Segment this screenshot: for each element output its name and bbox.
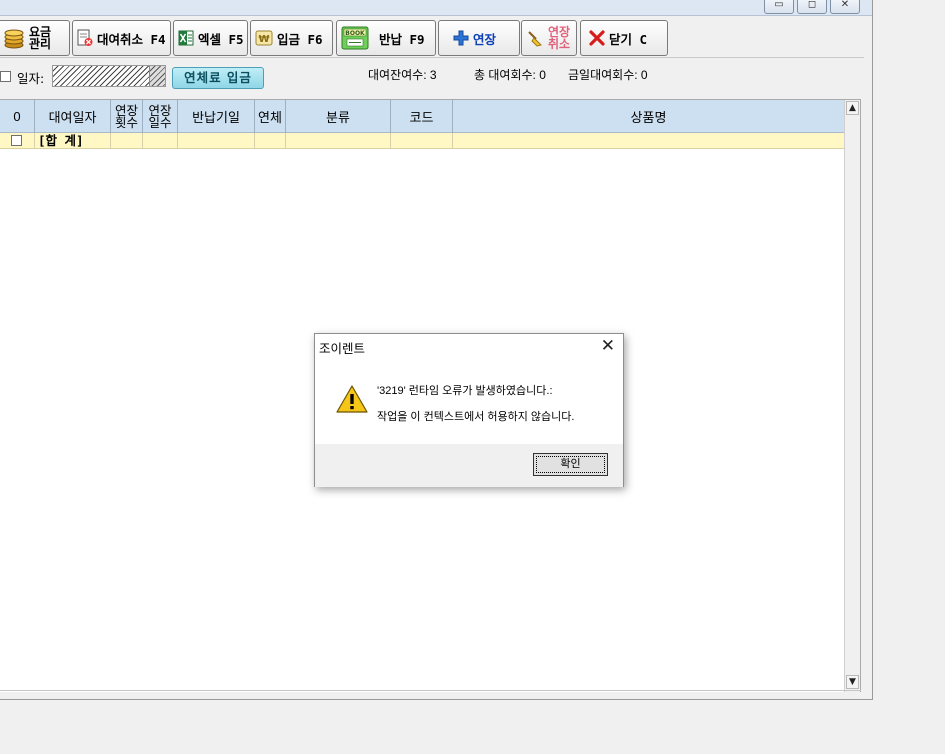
date-label: 일자:	[17, 71, 45, 86]
summary-checkbox[interactable]	[11, 135, 22, 146]
window-close-button[interactable]: ✕	[830, 0, 860, 14]
extend-cancel-label: 연장 취소	[548, 26, 570, 50]
header-product-name[interactable]: 상품명	[453, 100, 844, 133]
summary-cell	[111, 133, 143, 149]
minimize-button[interactable]: ▭	[764, 0, 794, 14]
vertical-scrollbar[interactable]: ▲ ▼	[844, 100, 860, 692]
ok-button[interactable]: 확인	[533, 453, 608, 476]
header-check[interactable]: 0	[0, 100, 35, 133]
dialog-close-icon[interactable]: ✕	[601, 336, 615, 356]
summary-row: [합 계]	[0, 133, 844, 149]
header-ext-count-line1: 연장	[114, 103, 138, 118]
deposit-button[interactable]: ₩ 입금 F6	[250, 20, 333, 56]
extend-button[interactable]: 연장	[438, 20, 520, 56]
grid-header: 0 대여일자 연장 횟수 연장 일수 반납기일 연체 분류 코드 상품명	[0, 100, 844, 133]
excel-icon	[178, 30, 194, 46]
fee-manage-button[interactable]: 요금 관리	[0, 20, 70, 56]
summary-check-cell	[0, 133, 35, 149]
header-return-due[interactable]: 반납기일	[178, 100, 255, 133]
coins-icon	[4, 29, 24, 49]
header-ext-count[interactable]: 연장 횟수	[111, 100, 143, 133]
svg-text:BOOK: BOOK	[345, 30, 365, 37]
filter-bar: 일자: 연체료 입금 대여잔여수: 3 총 대여회수: 0 금일대여회수: 0	[0, 62, 864, 92]
date-checkbox[interactable]	[0, 71, 11, 82]
svg-text:₩: ₩	[258, 34, 269, 45]
maximize-button[interactable]: ◻	[797, 0, 827, 14]
plus-icon	[453, 30, 469, 46]
rent-cancel-label: 대여취소 F4	[97, 31, 166, 47]
summary-cell	[391, 133, 453, 149]
header-code[interactable]: 코드	[391, 100, 453, 133]
toolbar: 요금 관리 대여취소 F4 엑셀 F5 ₩ 입금 F6 BOOK 반납 F9 연…	[0, 18, 864, 58]
late-fee-deposit-button[interactable]: 연체료 입금	[172, 67, 264, 89]
title-bar: ▭ ◻ ✕	[0, 0, 872, 16]
close-x-icon	[589, 30, 605, 46]
header-ext-days-line1: 연장	[148, 103, 172, 118]
error-dialog: 조이렌트 ✕ '3219' 런타임 오류가 발생하였습니다.: 작업을 이 컨텍…	[314, 333, 624, 487]
dialog-message-line1: '3219' 런타임 오류가 발생하였습니다.:	[377, 385, 553, 397]
return-label: 반납 F9	[379, 31, 425, 47]
dialog-footer: 확인	[315, 444, 623, 487]
deposit-label: 입금 F6	[277, 31, 323, 47]
excel-label: 엑셀 F5	[198, 31, 244, 47]
dialog-message-line2: 작업을 이 컨텍스트에서 허용하지 않습니다.	[377, 411, 575, 423]
extend-cancel-label-line2: 취소	[548, 37, 571, 51]
summary-label: [합 계]	[35, 133, 111, 149]
close-label: 닫기 C	[609, 31, 648, 47]
horizontal-scrollbar[interactable]	[0, 690, 861, 692]
summary-cell	[143, 133, 178, 149]
excel-button[interactable]: 엑셀 F5	[173, 20, 248, 56]
header-ext-count-line2: 횟수	[114, 115, 138, 130]
date-dropdown-arrow[interactable]	[149, 66, 165, 86]
header-rent-date[interactable]: 대여일자	[35, 100, 111, 133]
summary-cell	[286, 133, 391, 149]
document-cancel-icon	[77, 29, 93, 46]
header-category[interactable]: 분류	[286, 100, 391, 133]
total-rent-count: 총 대여회수: 0	[474, 68, 546, 82]
extend-cancel-button[interactable]: 연장 취소	[521, 20, 577, 56]
header-ext-days[interactable]: 연장 일수	[143, 100, 178, 133]
warning-icon	[336, 385, 368, 413]
summary-cell	[255, 133, 286, 149]
extend-label: 연장	[473, 31, 497, 47]
scroll-down-arrow-icon[interactable]: ▼	[846, 675, 859, 689]
scroll-up-arrow-icon[interactable]: ▲	[846, 101, 859, 115]
rent-cancel-button[interactable]: 대여취소 F4	[72, 20, 171, 56]
broom-icon	[528, 31, 542, 47]
close-button[interactable]: 닫기 C	[580, 20, 668, 56]
header-overdue[interactable]: 연체	[255, 100, 286, 133]
rent-remaining-count: 대여잔여수: 3	[368, 68, 437, 82]
return-button[interactable]: BOOK 반납 F9	[336, 20, 436, 56]
header-ext-days-line2: 일수	[148, 115, 172, 130]
summary-cell	[453, 133, 844, 149]
fee-manage-label: 요금 관리	[29, 26, 51, 50]
fee-manage-label-line2: 관리	[29, 37, 52, 51]
today-rent-count: 금일대여회수: 0	[568, 68, 648, 82]
date-picker[interactable]	[52, 65, 166, 87]
book-return-icon: BOOK	[341, 26, 369, 50]
won-money-icon: ₩	[255, 30, 273, 46]
summary-cell	[178, 133, 255, 149]
dialog-title: 조이렌트	[319, 342, 366, 356]
